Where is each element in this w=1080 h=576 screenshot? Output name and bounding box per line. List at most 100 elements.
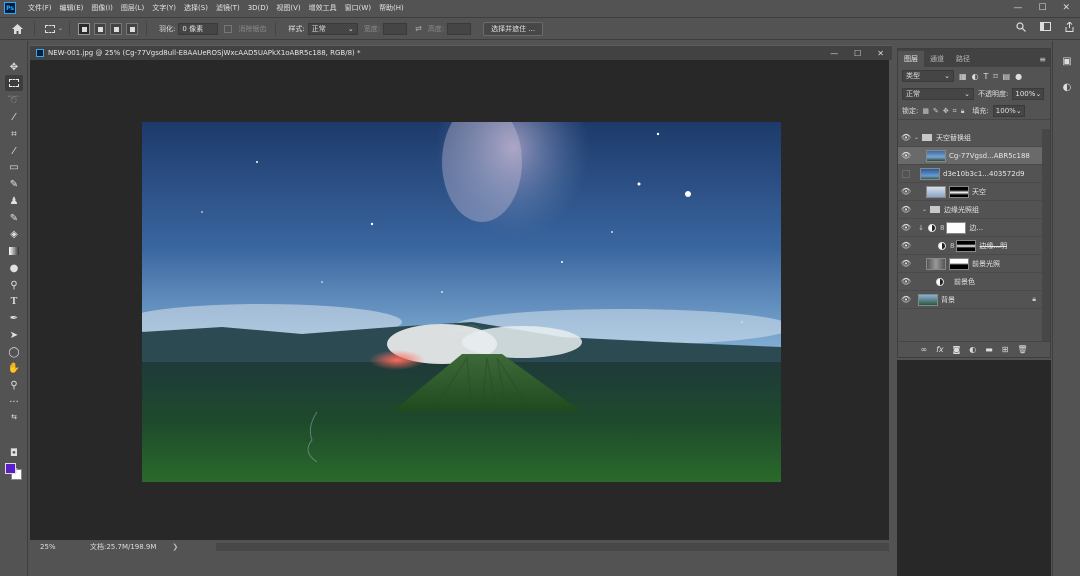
- subtract-selection-button[interactable]: [110, 22, 123, 35]
- history-brush-tool[interactable]: ✎: [5, 210, 23, 226]
- layers-scrollbar[interactable]: [1042, 129, 1050, 341]
- blend-mode-select[interactable]: 正常 ⌄: [902, 88, 974, 100]
- new-adjustment-icon[interactable]: ◐: [969, 345, 976, 354]
- fx-icon[interactable]: fx: [936, 345, 944, 354]
- filter-toggle-icon[interactable]: ●: [1015, 72, 1022, 81]
- new-selection-button[interactable]: [78, 22, 91, 35]
- doc-minimize-button[interactable]: —: [830, 49, 838, 58]
- pen-tool[interactable]: ✒: [5, 310, 23, 326]
- opacity-input[interactable]: 100% ⌄: [1012, 88, 1045, 100]
- brush-tool[interactable]: ✎: [5, 176, 23, 192]
- more-tools[interactable]: ···: [5, 394, 23, 410]
- chevron-down-icon[interactable]: ⌄: [914, 134, 922, 141]
- layer-row[interactable]: 👁︎ ⌄ 边缘光照组: [898, 201, 1042, 219]
- shape-filter-icon[interactable]: ⌑: [993, 72, 997, 81]
- eye-icon[interactable]: 👁︎: [898, 151, 914, 160]
- clone-stamp-tool[interactable]: ♟: [5, 193, 23, 209]
- adjustment-filter-icon[interactable]: ◐: [972, 72, 979, 81]
- properties-icon[interactable]: ▣: [1061, 55, 1073, 67]
- menu-window[interactable]: 窗口(W): [341, 3, 375, 13]
- search-icon[interactable]: [1016, 22, 1026, 32]
- lasso-tool[interactable]: ➰: [5, 92, 23, 108]
- height-input[interactable]: [447, 22, 472, 35]
- layer-row[interactable]: d3e10b3c1...403572d9: [898, 165, 1042, 183]
- maximize-button[interactable]: ☐: [1038, 3, 1046, 13]
- doc-maximize-button[interactable]: ☐: [854, 49, 861, 58]
- visibility-toggle[interactable]: [902, 169, 910, 178]
- menu-edit[interactable]: 编辑(E): [56, 3, 88, 13]
- menu-type[interactable]: 文字(Y): [148, 3, 180, 13]
- eraser-tool[interactable]: ◈: [5, 226, 23, 242]
- chevron-down-icon[interactable]: ⌄: [58, 25, 63, 32]
- default-colors[interactable]: ⇆: [5, 409, 23, 425]
- fill-input[interactable]: 100% ⌄: [992, 105, 1025, 117]
- layer-row[interactable]: 👁︎ 背景 🔒︎: [898, 291, 1042, 309]
- quick-mask-button[interactable]: ◘: [5, 445, 23, 461]
- link-icon[interactable]: 8: [940, 224, 944, 232]
- eye-icon[interactable]: 👁︎: [898, 205, 914, 214]
- zoom-level[interactable]: 25%: [40, 543, 80, 551]
- select-and-mask-button[interactable]: 选择并遮住 ...: [483, 21, 544, 36]
- adjustments-icon[interactable]: ◐: [1061, 81, 1073, 93]
- lock-pixels-icon[interactable]: ✎: [933, 107, 939, 115]
- eye-icon[interactable]: 👁︎: [898, 295, 914, 304]
- doc-close-button[interactable]: ✕: [877, 49, 884, 58]
- type-tool[interactable]: T: [5, 293, 23, 309]
- style-select[interactable]: 正常 ⌄: [307, 22, 358, 35]
- lock-transparent-icon[interactable]: ▦: [922, 107, 929, 115]
- zoom-tool[interactable]: ⚲: [5, 377, 23, 393]
- menu-help[interactable]: 帮助(H): [375, 3, 408, 13]
- share-icon[interactable]: [1065, 22, 1074, 32]
- canvas-image[interactable]: [142, 122, 781, 482]
- lock-position-icon[interactable]: ✥: [943, 107, 949, 115]
- add-selection-button[interactable]: [94, 22, 107, 35]
- new-layer-icon[interactable]: ⊞: [1002, 345, 1009, 354]
- menu-image[interactable]: 图像(I): [87, 3, 117, 13]
- type-filter-icon[interactable]: T: [984, 72, 989, 81]
- antialias-checkbox[interactable]: [224, 24, 233, 33]
- move-tool[interactable]: ✥: [5, 59, 23, 75]
- layer-mask-thumbnail[interactable]: [949, 257, 969, 270]
- image-filter-icon[interactable]: ▦: [959, 72, 967, 81]
- lock-all-icon[interactable]: 🔒︎: [961, 107, 965, 116]
- horizontal-scrollbar[interactable]: [216, 543, 914, 551]
- lock-artboard-icon[interactable]: ⌗: [953, 107, 957, 116]
- layer-row[interactable]: 👁︎ 前景色: [898, 273, 1042, 291]
- panel-menu-icon[interactable]: ≡: [1039, 55, 1046, 64]
- document-title[interactable]: NEW-001.jpg @ 25% (Cg-77Vgsd8ull-E8AAUeR…: [48, 49, 361, 57]
- intersect-selection-button[interactable]: [126, 22, 139, 35]
- add-mask-icon[interactable]: ◙: [953, 345, 961, 354]
- layer-row[interactable]: 👁︎ ↓ 8 边...: [898, 219, 1042, 237]
- hand-tool[interactable]: ✋: [5, 360, 23, 376]
- eye-icon[interactable]: 👁︎: [898, 223, 914, 232]
- blur-tool[interactable]: ●: [5, 260, 23, 276]
- menu-plugins[interactable]: 增效工具: [305, 3, 341, 13]
- layer-row[interactable]: 👁︎ ⌄ 天空替换组: [898, 129, 1042, 147]
- link-layers-icon[interactable]: ∞: [920, 345, 927, 354]
- feather-input[interactable]: 0 像素: [178, 22, 219, 35]
- link-icon[interactable]: 8: [950, 242, 954, 250]
- minimize-button[interactable]: —: [1013, 3, 1022, 13]
- tab-channels[interactable]: 通道: [924, 51, 950, 67]
- close-button[interactable]: ✕: [1062, 3, 1070, 13]
- menu-layer[interactable]: 图层(L): [117, 3, 148, 13]
- width-input[interactable]: [383, 22, 408, 35]
- menu-3d[interactable]: 3D(D): [244, 4, 273, 12]
- gradient-tool[interactable]: [5, 243, 23, 259]
- rect-marquee-tool[interactable]: [5, 75, 23, 91]
- layer-row[interactable]: 👁︎ 前景光照: [898, 255, 1042, 273]
- dodge-tool[interactable]: ⚲: [5, 277, 23, 293]
- filter-type-select[interactable]: 类型 ⌄: [902, 70, 954, 82]
- foreground-color-swatch[interactable]: [5, 463, 16, 474]
- menu-view[interactable]: 视图(V): [272, 3, 304, 13]
- magic-wand-tool[interactable]: ⁄: [5, 109, 23, 125]
- chevron-right-icon[interactable]: ❯: [172, 543, 178, 551]
- layer-mask-thumbnail[interactable]: [946, 221, 967, 234]
- layer-mask-thumbnail[interactable]: [956, 239, 977, 252]
- layer-mask-thumbnail[interactable]: [949, 185, 969, 198]
- eye-icon[interactable]: 👁︎: [898, 187, 914, 196]
- swap-icon[interactable]: ⇄: [415, 24, 422, 33]
- healing-brush-tool[interactable]: ▭: [5, 159, 23, 175]
- chevron-down-icon[interactable]: ⌄: [922, 206, 930, 213]
- path-selection-tool[interactable]: ➤: [5, 327, 23, 343]
